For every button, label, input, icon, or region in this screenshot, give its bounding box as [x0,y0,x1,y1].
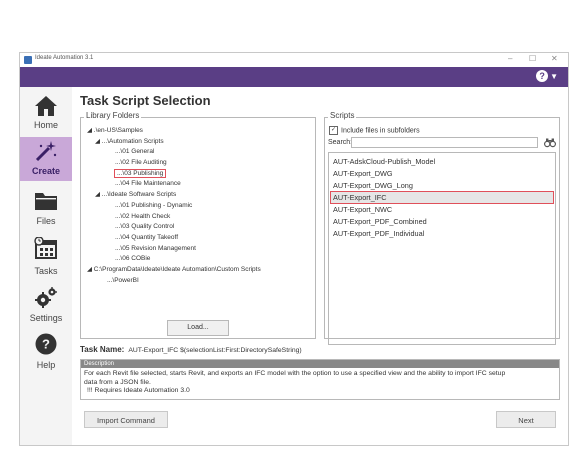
tree-item-selected[interactable]: ...\03 Publishing [87,168,261,180]
header-bar: ? ▼ [20,67,568,87]
question-circle-icon: ? [35,333,57,355]
script-item[interactable]: AUT-Export_NWC [331,204,553,215]
tree-item[interactable]: ...\04 Quantity Takeoff [87,233,261,244]
tree-item[interactable]: ...\02 Health Check [87,212,261,223]
nav-help[interactable]: ? Help [20,331,72,375]
import-command-button[interactable]: Import Command [84,411,168,428]
magic-wand-icon [35,141,57,162]
next-button[interactable]: Next [496,411,556,428]
nav-label-create: Create [31,166,60,176]
chevron-down-icon: ▼ [550,71,558,81]
script-item-selected[interactable]: AUT-Export_IFC [330,191,554,204]
library-folders-title: Library Folders [84,111,142,120]
tree-item[interactable]: ◢ ...\Automation Scripts [87,137,261,148]
nav-files[interactable]: Files [20,187,72,231]
folder-icon [35,193,57,210]
tree-item[interactable]: ◢ ...\Ideate Software Scripts [87,190,261,201]
task-name-value[interactable]: AUT-Export_IFC $(selectionList:First:Dir… [128,347,301,354]
nav-label-help: Help [36,360,56,370]
include-subfolders-label: Include files in subfolders [341,127,420,135]
tree-item[interactable]: ...\06 COBie [87,254,261,265]
folder-tree[interactable]: ◢ .\en-US\Samples ◢ ...\Automation Scrip… [87,126,261,286]
include-subfolders-checkbox[interactable]: ✓ Include files in subfolders [329,126,420,135]
description-box: Description For each Revit file selected… [80,359,560,400]
scripts-title: Scripts [328,111,357,120]
app-logo-icon [24,56,32,64]
gears-icon [35,287,57,308]
nav-label-settings: Settings [29,313,63,323]
minimize-icon[interactable]: – [508,54,512,63]
library-folders-group: Library Folders ◢ .\en-US\Samples ◢ ...\… [80,111,316,339]
tree-item[interactable]: ◢ C:\ProgramData\Ideate\Ideate Automatio… [87,265,261,276]
sidebar: Home Create Files Tasks Settings ? Help [20,87,72,445]
script-item[interactable]: AUT-Export_PDF_Combined [331,216,553,227]
nav-create[interactable]: Create [20,137,72,181]
nav-home[interactable]: Home [20,91,72,135]
tree-item[interactable]: ...\05 Revision Management [87,244,261,255]
nav-tasks[interactable]: Tasks [20,235,72,279]
task-name-label: Task Name: [80,345,125,354]
tree-item[interactable]: ...\03 Quality Control [87,222,261,233]
tree-item[interactable]: ...\01 General [87,147,261,158]
tree-item[interactable]: ...\PowerBI [87,276,261,287]
script-item[interactable]: AUT-Export_DWG_Long [331,180,553,191]
app-window: Ideate Automation 3.1 – ☐ ✕ ? ▼ Home Crea… [19,52,569,446]
checkbox-checked-icon: ✓ [329,126,338,135]
nav-label-home: Home [33,120,58,130]
calendar-clock-icon [34,237,57,259]
tree-item[interactable]: ◢ .\en-US\Samples [87,126,261,137]
tree-item[interactable]: ...\02 File Auditing [87,158,261,169]
title-bar: Ideate Automation 3.1 – ☐ ✕ [20,53,568,67]
scripts-group: Scripts ✓ Include files in subfolders Sea… [324,111,560,345]
description-text: For each Revit file selected, starts Rev… [84,370,506,395]
task-name-row: Task Name: AUT-Export_IFC $(selectionList… [80,345,302,354]
script-list[interactable]: AUT-AdskCloud-Publish_Model AUT-Export_D… [328,152,556,345]
tree-item[interactable]: ...\01 Publishing - Dynamic [87,201,261,212]
script-item[interactable]: AUT-Export_DWG [331,168,553,179]
nav-label-files: Files [36,216,56,226]
description-header: Description [81,360,559,368]
script-item[interactable]: AUT-AdskCloud-Publish_Model [331,156,553,167]
tree-item[interactable]: ...\04 File Maintenance [87,179,261,190]
binoculars-icon[interactable] [544,137,556,148]
home-icon [35,96,57,116]
nav-settings[interactable]: Settings [20,284,72,328]
search-input[interactable] [351,137,538,148]
close-icon[interactable]: ✕ [551,54,558,63]
search-label: Search: [328,139,353,146]
window-title: Ideate Automation 3.1 [35,55,94,61]
script-item[interactable]: AUT-Export_PDF_Individual [331,228,553,239]
load-button[interactable]: Load... [167,320,229,336]
help-icon: ? [536,70,549,83]
help-menu-button[interactable]: ? ▼ [536,70,558,83]
maximize-icon[interactable]: ☐ [529,54,536,63]
main-panel: Task Script Selection Library Folders ◢ … [78,87,566,445]
nav-label-tasks: Tasks [34,266,58,276]
page-title: Task Script Selection [80,93,211,108]
svg-text:?: ? [42,337,50,352]
